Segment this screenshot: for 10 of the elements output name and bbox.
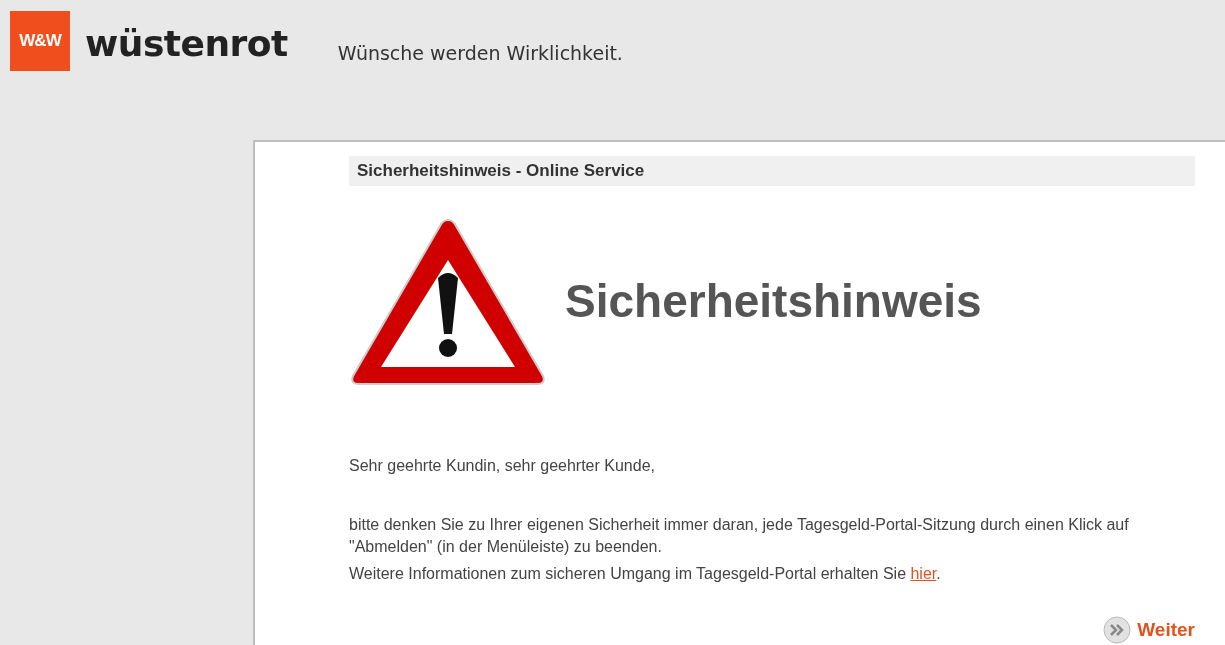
info-link[interactable]: hier [910,564,937,582]
page-title: Sicherheitshinweis [565,274,982,329]
next-link[interactable]: Weiter [1103,615,1195,644]
section-heading: Sicherheitshinweis - Online Service [349,156,1195,186]
info-text: Weitere Informationen zum sicheren Umgang im Tagesgeld-Portal erhalten Sie hier. [349,563,942,584]
slogan: Wünsche werden Wirklichkeit. [337,44,623,63]
greeting-text: Sehr geehrte Kundin, sehr geehrter Kunde, [349,455,656,476]
message-text: bitte denken Sie zu Ihrer eigenen Sicherheit immer daran, jede Tagesgeld-Portal-Sitzung durch einen Klick auf "Abmelden" (in der Menüleiste) zu beenden. [349,514,1130,557]
logo-mark: W&W [10,11,70,71]
brand-name: wüstenrot [85,26,288,62]
